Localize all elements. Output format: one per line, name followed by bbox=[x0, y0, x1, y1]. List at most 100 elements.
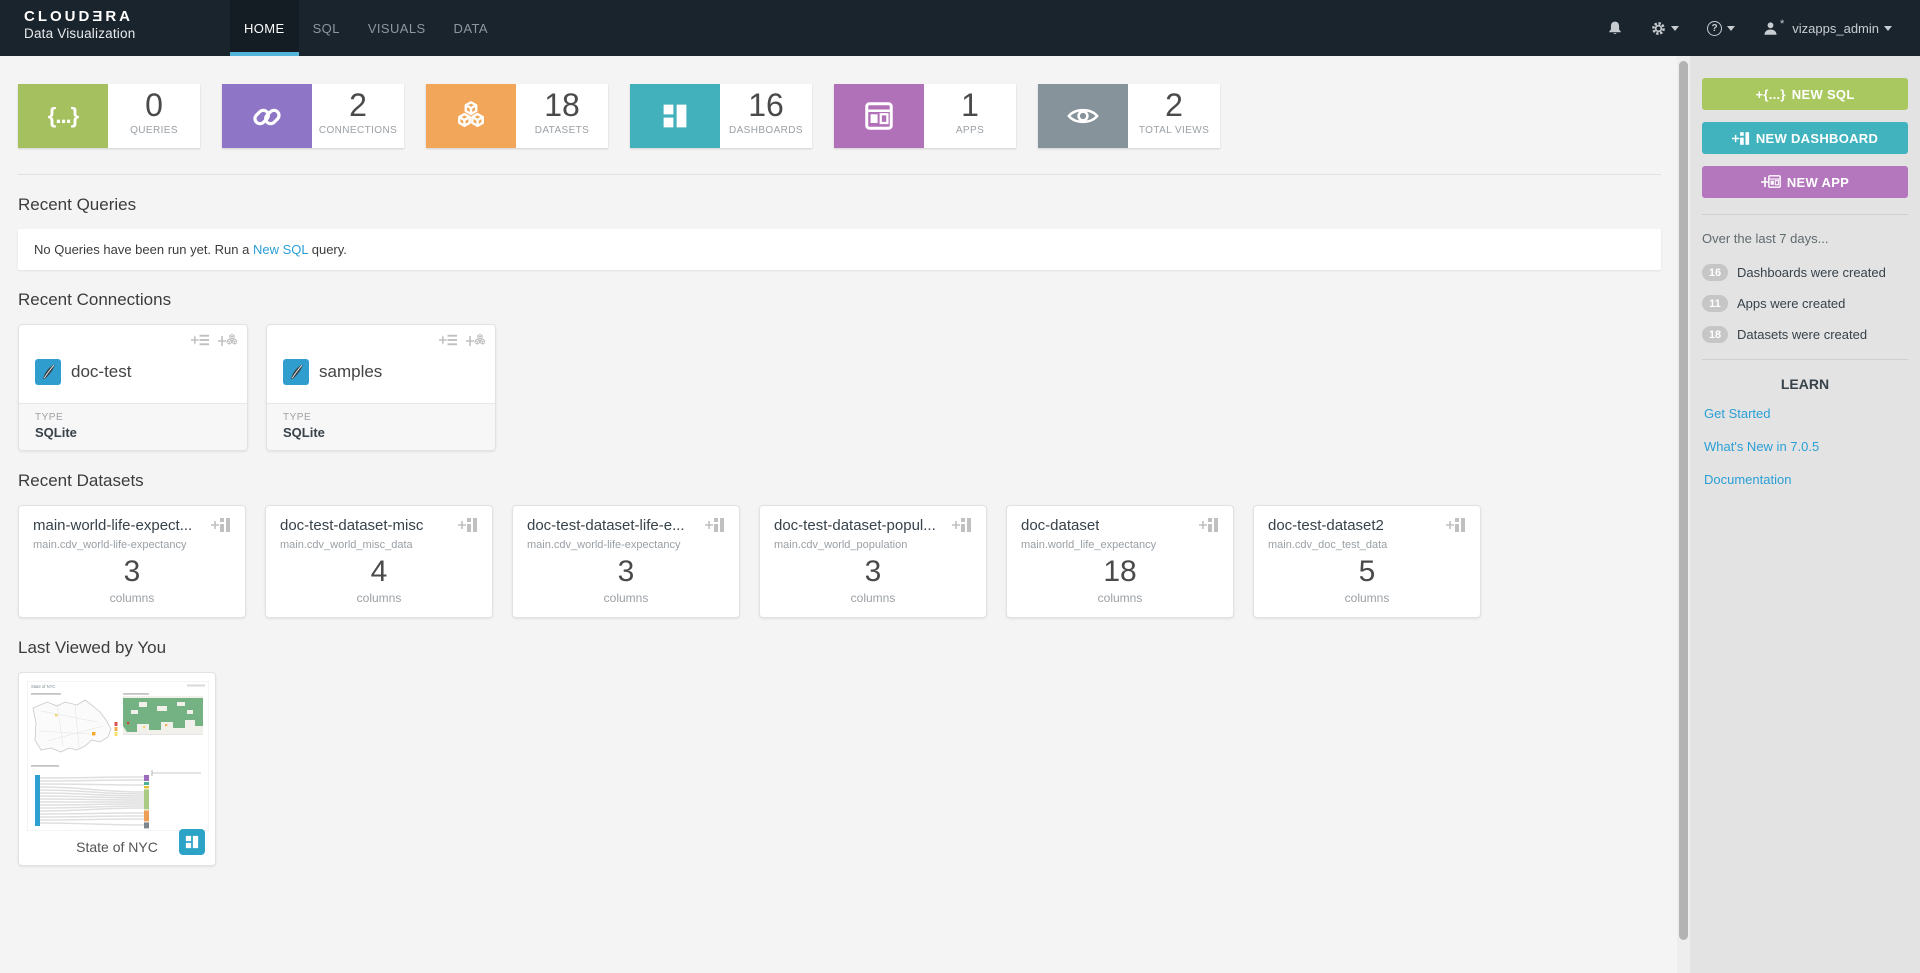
help-menu[interactable]: ? bbox=[1707, 20, 1735, 36]
divider bbox=[1702, 359, 1908, 360]
dataset-card[interactable]: doc-test-dataset2 main.cdv_doc_test_data… bbox=[1253, 505, 1481, 618]
new-dashboard-from-dataset-icon[interactable] bbox=[458, 517, 478, 533]
dataset-source: main.cdv_world-life-expectancy bbox=[33, 539, 187, 551]
tab-sql[interactable]: SQL bbox=[299, 0, 354, 56]
connection-card[interactable]: doc-test TYPE SQLite bbox=[18, 324, 248, 451]
dataset-name: doc-dataset bbox=[1021, 517, 1100, 534]
apps-count: 1 bbox=[961, 87, 979, 123]
dataset-source: main.cdv_world_population bbox=[774, 539, 908, 551]
connection-name: doc-test bbox=[71, 362, 132, 381]
dashboard-type-badge-icon bbox=[179, 829, 205, 855]
type-label: TYPE bbox=[35, 412, 64, 423]
dataset-name: doc-test-dataset2 bbox=[1268, 517, 1384, 534]
connections-label: CONNECTIONS bbox=[318, 125, 398, 136]
username: vizapps_admin bbox=[1792, 20, 1879, 36]
dataset-column-unit: columns bbox=[356, 591, 402, 605]
new-sql-button[interactable]: +{...} NEW SQL bbox=[1702, 78, 1908, 110]
queries-count: 0 bbox=[145, 87, 163, 123]
dataset-column-count: 3 bbox=[123, 555, 141, 588]
learn-link-whats-new[interactable]: What's New in 7.0.5 bbox=[1704, 439, 1908, 454]
activity-item: 18 Datasets were created bbox=[1702, 326, 1908, 343]
main-content: {...} 0 QUERIES 2 CONNECTIONS 18 DATASET… bbox=[0, 56, 1677, 973]
queries-empty-state: No Queries have been run yet. Run a New … bbox=[18, 229, 1661, 270]
activity-item: 11 Apps were created bbox=[1702, 295, 1908, 312]
dataset-card[interactable]: doc-test-dataset-life-e... main.cdv_worl… bbox=[512, 505, 740, 618]
queries-label: QUERIES bbox=[130, 125, 178, 136]
stat-card-queries[interactable]: {...} 0 QUERIES bbox=[18, 84, 200, 148]
empty-state-suffix: query. bbox=[308, 242, 347, 257]
learn-link-documentation[interactable]: Documentation bbox=[1704, 472, 1908, 487]
dataset-source: main.world_life_expectancy bbox=[1021, 539, 1157, 551]
stats-row: {...} 0 QUERIES 2 CONNECTIONS 18 DATASET… bbox=[18, 84, 1661, 148]
dataset-name: doc-test-dataset-popul... bbox=[774, 517, 936, 534]
dataset-name: doc-test-dataset-life-e... bbox=[527, 517, 685, 534]
recent-datasets-title: Recent Datasets bbox=[18, 471, 144, 490]
sqlite-feather-icon bbox=[35, 359, 61, 385]
new-sql-link[interactable]: New SQL bbox=[253, 242, 308, 257]
new-dashboard-from-dataset-icon[interactable] bbox=[1199, 517, 1219, 533]
user-menu[interactable]: * vizapps_admin bbox=[1763, 18, 1892, 36]
type-label: TYPE bbox=[283, 412, 312, 423]
learn-link-get-started[interactable]: Get Started bbox=[1704, 406, 1908, 421]
dataset-column-count: 18 bbox=[1103, 555, 1137, 588]
new-dashboard-from-dataset-icon[interactable] bbox=[952, 517, 972, 533]
dataset-column-unit: columns bbox=[109, 591, 155, 605]
new-dashboard-button[interactable]: NEW DASHBOARD bbox=[1702, 122, 1908, 154]
add-query-icon[interactable] bbox=[439, 333, 458, 349]
new-dashboard-from-dataset-icon[interactable] bbox=[211, 517, 231, 533]
eye-icon bbox=[1038, 84, 1128, 148]
chevron-down-icon bbox=[1671, 25, 1679, 31]
new-app-button[interactable]: NEW APP bbox=[1702, 166, 1908, 198]
stat-card-total-views[interactable]: 2 TOTAL VIEWS bbox=[1038, 84, 1220, 148]
dataset-card[interactable]: main-world-life-expect... main.cdv_world… bbox=[18, 505, 246, 618]
add-app-icon bbox=[1760, 174, 1781, 190]
dashboard-icon bbox=[630, 84, 720, 148]
cloudera-logo[interactable]: CLOUDƎRA Data Visualization bbox=[0, 0, 230, 56]
dashboard-thumbnail-image: State of NYC bbox=[27, 681, 209, 831]
tab-visuals[interactable]: VISUALS bbox=[354, 0, 440, 56]
dataset-column-count: 3 bbox=[617, 555, 635, 588]
dataset-column-count: 5 bbox=[1358, 555, 1376, 588]
stat-card-connections[interactable]: 2 CONNECTIONS bbox=[222, 84, 404, 148]
tab-home[interactable]: HOME bbox=[230, 0, 299, 56]
connections-count: 2 bbox=[349, 87, 367, 123]
connection-card[interactable]: samples TYPE SQLite bbox=[266, 324, 496, 451]
stat-card-dashboards[interactable]: 16 DASHBOARDS bbox=[630, 84, 812, 148]
dataset-card[interactable]: doc-test-dataset-popul... main.cdv_world… bbox=[759, 505, 987, 618]
dataset-source: main.cdv_world-life-expectancy bbox=[527, 539, 681, 551]
dataset-column-unit: columns bbox=[1097, 591, 1143, 605]
stat-card-datasets[interactable]: 18 DATASETS bbox=[426, 84, 608, 148]
chevron-down-icon bbox=[1727, 25, 1735, 31]
dataset-column-unit: columns bbox=[1344, 591, 1390, 605]
datasets-label: DATASETS bbox=[534, 125, 590, 136]
dataset-name: main-world-life-expect... bbox=[33, 517, 193, 534]
dataset-source: main.cdv_world_misc_data bbox=[280, 539, 413, 551]
tab-data[interactable]: DATA bbox=[440, 0, 502, 56]
divider bbox=[1702, 214, 1908, 215]
notifications-bell-icon[interactable] bbox=[1607, 20, 1623, 36]
cubes-icon bbox=[426, 84, 516, 148]
chevron-down-icon bbox=[1884, 25, 1892, 31]
scrollbar-thumb[interactable] bbox=[1679, 61, 1688, 940]
activity-count-badge: 11 bbox=[1702, 295, 1728, 312]
stat-card-apps[interactable]: 1 APPS bbox=[834, 84, 1016, 148]
dataset-card[interactable]: doc-test-dataset-misc main.cdv_world_mis… bbox=[265, 505, 493, 618]
add-query-icon[interactable] bbox=[191, 333, 210, 349]
add-dataset-icon[interactable] bbox=[218, 333, 237, 349]
new-dashboard-from-dataset-icon[interactable] bbox=[705, 517, 725, 533]
user-icon bbox=[1763, 21, 1778, 36]
recent-connections-title: Recent Connections bbox=[18, 290, 172, 309]
datasets-row: main-world-life-expect... main.cdv_world… bbox=[18, 505, 1661, 618]
svg-text:State of NYC: State of NYC bbox=[31, 684, 55, 689]
settings-gear-menu[interactable] bbox=[1651, 21, 1679, 36]
gear-icon bbox=[1651, 21, 1666, 36]
dataset-column-count: 4 bbox=[370, 555, 388, 588]
vertical-scrollbar[interactable] bbox=[1677, 56, 1690, 973]
new-dashboard-from-dataset-icon[interactable] bbox=[1446, 517, 1466, 533]
dataset-card[interactable]: doc-dataset main.world_life_expectancy 1… bbox=[1006, 505, 1234, 618]
dashboard-thumbnail-card[interactable]: State of NYC State of NYC bbox=[18, 672, 216, 866]
navbar-actions: ? * vizapps_admin bbox=[1607, 0, 1920, 56]
add-dataset-icon[interactable] bbox=[466, 333, 485, 349]
type-value: SQLite bbox=[283, 425, 325, 440]
type-value: SQLite bbox=[35, 425, 77, 440]
